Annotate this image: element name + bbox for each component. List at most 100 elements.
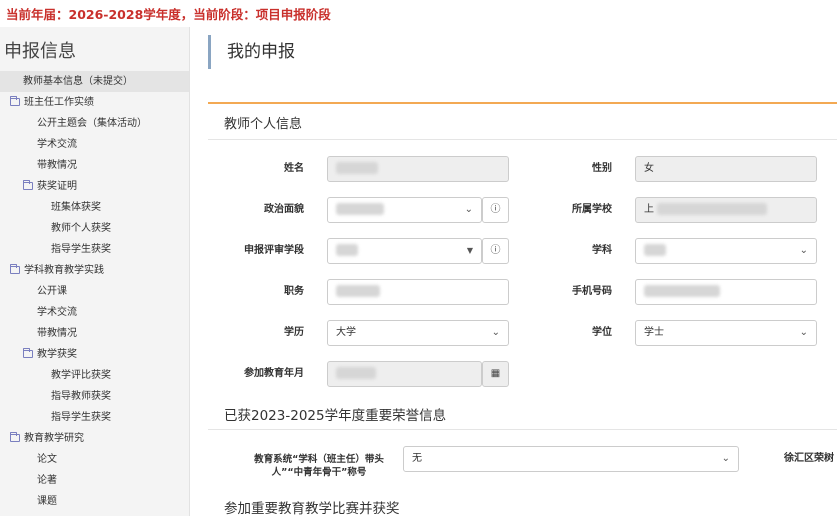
sidebar-item[interactable]: 指导学生获奖 — [0, 407, 189, 428]
question-circle-icon: ⓘ — [490, 204, 501, 215]
competition-section-title: 参加重要教育教学比赛并获奖 — [224, 501, 400, 516]
page-title: 我的申报 — [208, 35, 295, 69]
sidebar-item-label: 带教情况 — [37, 328, 77, 339]
redacted-value — [336, 367, 376, 379]
education-value: 大学 — [336, 327, 356, 338]
education-select[interactable]: 大学 ⌄ — [327, 320, 509, 346]
gender-field[interactable]: 女 — [635, 156, 817, 182]
calendar-button[interactable]: ▦ — [482, 361, 509, 387]
politics-select[interactable]: ⌄ — [327, 197, 482, 223]
sidebar-item[interactable]: 指导教师获奖 — [0, 386, 189, 407]
sidebar-item-label: 论著 — [37, 475, 57, 486]
stage-help-button[interactable]: ⓘ — [482, 238, 509, 264]
degree-select[interactable]: 学士 ⌄ — [635, 320, 817, 346]
sidebar-item[interactable]: 班主任工作实绩 — [0, 92, 189, 113]
sidebar-item[interactable]: 教师个人获奖 — [0, 218, 189, 239]
subject-label: 学科 — [592, 245, 612, 256]
school-field[interactable]: 上 — [635, 197, 817, 223]
honor-section-title: 已获2023-2025学年度重要荣誉信息 — [224, 408, 447, 424]
sidebar-item[interactable]: 学术交流 — [0, 134, 189, 155]
degree-label: 学位 — [592, 327, 612, 338]
question-circle-icon: ⓘ — [490, 245, 501, 256]
name-field[interactable] — [327, 156, 509, 182]
chevron-down-icon: ⌄ — [491, 327, 500, 338]
stage-label: 申报评审学段 — [244, 245, 304, 256]
sidebar-item-label: 教学获奖 — [37, 349, 77, 360]
degree-value: 学士 — [644, 327, 664, 338]
sidebar-item[interactable]: 教学获奖 — [0, 344, 189, 365]
sidebar-item-label: 教育教学研究 — [24, 433, 84, 444]
school-label: 所属学校 — [572, 204, 612, 215]
education-label: 学历 — [284, 327, 304, 338]
sidebar-item[interactable]: 带教情况 — [0, 155, 189, 176]
redacted-value — [336, 162, 378, 174]
sidebar: 申报信息 教师基本信息（未提交） 班主任工作实绩 公开主题会（集体活动） 学术交流 带教… — [0, 27, 190, 516]
chevron-down-icon: ⌄ — [799, 327, 808, 338]
sidebar-nav: 教师基本信息（未提交） 班主任工作实绩 公开主题会（集体活动） 学术交流 带教情况 获奖证… — [0, 71, 189, 512]
sidebar-item-label: 指导教师获奖 — [51, 391, 111, 402]
stage-select[interactable]: ▼ — [327, 238, 482, 264]
sidebar-item[interactable]: 公开课 — [0, 281, 189, 302]
sidebar-item-label: 班集体获奖 — [51, 202, 101, 213]
sidebar-item[interactable]: 课题 — [0, 491, 189, 512]
sidebar-item-label: 指导学生获奖 — [51, 412, 111, 423]
honor-label-line1: 教育系统“学科（班主任）带头 — [254, 454, 384, 465]
sidebar-item-label: 学科教育教学实践 — [24, 265, 104, 276]
card-title: 教师个人信息 — [208, 104, 837, 140]
phone-input[interactable] — [635, 279, 817, 305]
redacted-value — [657, 203, 768, 215]
sidebar-item[interactable]: 带教情况 — [0, 323, 189, 344]
sidebar-item[interactable]: 班集体获奖 — [0, 197, 189, 218]
chevron-down-icon: ⌄ — [721, 453, 730, 464]
honor-value: 无 — [412, 453, 422, 464]
chevron-down-icon: ⌄ — [799, 245, 808, 256]
honor-label-line2: 人”“中青年骨干”称号 — [271, 467, 367, 478]
calendar-icon: ▦ — [490, 368, 501, 379]
redacted-value — [644, 285, 720, 297]
chevron-down-icon: ⌄ — [464, 204, 473, 215]
sidebar-item-label: 公开主题会（集体活动） — [37, 118, 147, 129]
position-input[interactable] — [327, 279, 509, 305]
redacted-value — [336, 203, 384, 215]
caret-down-icon: ▼ — [466, 246, 473, 255]
redacted-value — [336, 285, 380, 297]
honor-select[interactable]: 无 ⌄ — [403, 446, 739, 472]
folder-icon — [23, 348, 33, 358]
politics-label: 政治面貌 — [264, 204, 304, 215]
politics-help-button[interactable]: ⓘ — [482, 197, 509, 223]
sidebar-item[interactable]: 教师基本信息（未提交） — [0, 71, 189, 92]
main-content: 我的申报 教师个人信息 姓名 性别 女 政治面貌 ⌄ ⓘ 所属学校 上 申报评审… — [190, 27, 837, 516]
sidebar-item[interactable]: 获奖证明 — [0, 176, 189, 197]
sidebar-item[interactable]: 学科教育教学实践 — [0, 260, 189, 281]
sidebar-title: 申报信息 — [4, 41, 76, 62]
sidebar-item[interactable]: 学术交流 — [0, 302, 189, 323]
redacted-value — [336, 244, 358, 256]
subject-select[interactable]: ⌄ — [635, 238, 817, 264]
sidebar-item[interactable]: 指导学生获奖 — [0, 239, 189, 260]
sidebar-item-label: 公开课 — [37, 286, 67, 297]
sidebar-item-label: 带教情况 — [37, 160, 77, 171]
sidebar-item[interactable]: 教学评比获奖 — [0, 365, 189, 386]
honor-label: 教育系统“学科（班主任）带头 人”“中青年骨干”称号 — [238, 453, 400, 479]
divider — [208, 429, 837, 430]
folder-icon — [10, 264, 20, 274]
sidebar-item-label: 课题 — [37, 496, 57, 507]
top-banner: 当前年届：2026-2028学年度，当前阶段：项目申报阶段 — [6, 7, 331, 22]
school-value-prefix: 上 — [644, 204, 654, 215]
position-label: 职务 — [284, 286, 304, 297]
sidebar-item-label: 教师个人获奖 — [51, 223, 111, 234]
sidebar-item[interactable]: 论著 — [0, 470, 189, 491]
folder-icon — [10, 432, 20, 442]
phone-label: 手机号码 — [572, 286, 612, 297]
work-year-label: 参加教育年月 — [244, 368, 304, 379]
honor-right-label: 徐汇区荣树 — [784, 453, 834, 464]
sidebar-item-label: 学术交流 — [37, 139, 77, 150]
sidebar-item-label: 论文 — [37, 454, 57, 465]
sidebar-item-label: 教学评比获奖 — [51, 370, 111, 381]
redacted-value — [644, 244, 666, 256]
work-year-input[interactable] — [327, 361, 482, 387]
sidebar-item[interactable]: 公开主题会（集体活动） — [0, 113, 189, 134]
sidebar-item[interactable]: 教育教学研究 — [0, 428, 189, 449]
sidebar-item-label: 指导学生获奖 — [51, 244, 111, 255]
sidebar-item[interactable]: 论文 — [0, 449, 189, 470]
